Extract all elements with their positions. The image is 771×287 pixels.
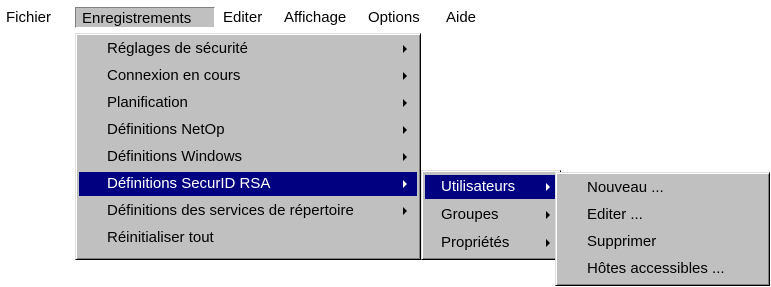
menu-item-label: Connexion en cours [107,67,241,84]
menu-item-label: Définitions des services de répertoire [107,202,354,219]
menu-item-label: Définitions NetOp [107,121,225,138]
submenu-arrow-icon [546,183,550,191]
menu-editer[interactable]: Editer [217,7,268,28]
menu-item-groupes[interactable]: Groupes [425,203,557,227]
submenu-arrow-icon [403,45,407,53]
menu-item-label: Définitions SecurID RSA [107,175,271,192]
menu-item-editer[interactable]: Editer ... [559,203,766,227]
menu-item-definitions-windows[interactable]: Définitions Windows [79,145,417,169]
menu-item-label: Editer ... [587,206,643,223]
menu-item-definitions-services-repertoire[interactable]: Définitions des services de répertoire [79,199,417,223]
submenu-arrow-icon [403,207,407,215]
menu-item-hotes-accessibles[interactable]: Hôtes accessibles ... [559,257,766,281]
menu-item-label: Planification [107,94,188,111]
submenu-arrow-icon [403,153,407,161]
enregistrements-dropdown: Réglages de sécurité Connexion en cours … [75,33,421,260]
menu-item-nouveau[interactable]: Nouveau ... [559,176,766,200]
submenu-arrow-icon [546,239,550,247]
menu-bar: Fichier Enregistrements Editer Affichage… [0,0,771,33]
menu-options[interactable]: Options [362,7,426,28]
menu-item-label: Groupes [441,206,499,223]
menu-fichier[interactable]: Fichier [0,7,57,28]
menu-item-label: Réinitialiser tout [107,229,214,246]
menu-item-label: Réglages de sécurité [107,40,248,57]
menu-item-label: Supprimer [587,233,657,250]
menu-item-label: Définitions Windows [107,148,243,165]
submenu-arrow-icon [403,72,407,80]
utilisateurs-submenu: Nouveau ... Editer ... Supprimer Hôtes a… [555,172,770,286]
menu-item-connexion-en-cours[interactable]: Connexion en cours [79,64,417,88]
menu-item-label: Nouveau ... [587,179,664,196]
menu-enregistrements[interactable]: Enregistrements [75,7,215,28]
menu-item-label: Propriétés [441,234,510,251]
menu-aide[interactable]: Aide [440,7,482,28]
menu-item-reinitialiser-tout[interactable]: Réinitialiser tout [79,226,417,250]
menu-item-reglages-securite[interactable]: Réglages de sécurité [79,37,417,61]
menu-item-planification[interactable]: Planification [79,91,417,115]
menu-affichage[interactable]: Affichage [278,7,352,28]
menu-item-definitions-securid-rsa[interactable]: Définitions SecurID RSA [79,172,417,196]
submenu-arrow-icon [403,126,407,134]
menu-item-label: Hôtes accessibles ... [587,260,725,277]
menu-item-label: Utilisateurs [441,178,516,195]
submenu-arrow-icon [403,99,407,107]
securid-submenu: Utilisateurs Groupes Propriétés [421,170,561,260]
menu-item-definitions-netop[interactable]: Définitions NetOp [79,118,417,142]
submenu-arrow-icon [403,180,407,188]
submenu-arrow-icon [546,211,550,219]
menu-item-supprimer[interactable]: Supprimer [559,230,766,254]
menu-item-proprietes[interactable]: Propriétés [425,231,557,255]
menu-item-utilisateurs[interactable]: Utilisateurs [425,175,557,199]
